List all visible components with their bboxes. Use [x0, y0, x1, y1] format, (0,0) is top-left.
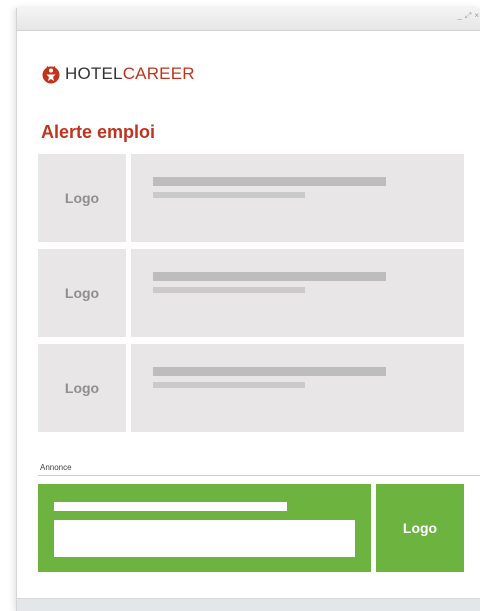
window-bottom-bar: [17, 598, 480, 611]
job-title-placeholder: [153, 367, 386, 376]
job-subtitle-placeholder: [153, 192, 305, 198]
brand-career: CAREER: [122, 64, 195, 83]
brand-hotel: HOTEL: [65, 64, 123, 83]
close-icon[interactable]: ×: [474, 11, 479, 21]
job-title-placeholder: [153, 272, 386, 281]
brand-logo[interactable]: HOTELCAREER: [41, 63, 195, 85]
minimize-icon[interactable]: _: [457, 11, 461, 21]
ad-label: Annonce: [40, 463, 72, 472]
ad-logo[interactable]: Logo: [376, 484, 464, 572]
page-title: Alerte emploi: [41, 122, 156, 142]
job-subtitle-placeholder: [153, 382, 305, 388]
job-logo: Logo: [38, 249, 126, 337]
job-details: [131, 249, 464, 337]
job-logo: Logo: [38, 154, 126, 242]
job-details: [131, 154, 464, 242]
hotelcareer-logo-icon: [42, 66, 60, 84]
job-card[interactable]: Logo: [38, 249, 464, 337]
job-details: [131, 344, 464, 432]
email-window: _ ⤢ × HOTELCAREER Alerte emploi Logo Log…: [16, 8, 480, 611]
job-title-placeholder: [153, 177, 386, 186]
job-logo: Logo: [38, 344, 126, 432]
expand-icon[interactable]: ⤢: [465, 11, 471, 21]
job-subtitle-placeholder: [153, 287, 305, 293]
job-card[interactable]: Logo: [38, 154, 464, 242]
screen: _ ⤢ × HOTELCAREER Alerte emploi Logo Log…: [0, 0, 480, 611]
brand-wordmark: HOTELCAREER: [65, 64, 195, 84]
window-titlebar[interactable]: _ ⤢ ×: [17, 8, 480, 31]
window-controls: _ ⤢ ×: [457, 11, 479, 21]
job-card[interactable]: Logo: [38, 344, 464, 432]
ad-title-placeholder: [54, 502, 287, 511]
ad-text-placeholder: [54, 520, 355, 557]
ad-banner[interactable]: [38, 484, 371, 572]
ad-divider: [38, 475, 480, 476]
